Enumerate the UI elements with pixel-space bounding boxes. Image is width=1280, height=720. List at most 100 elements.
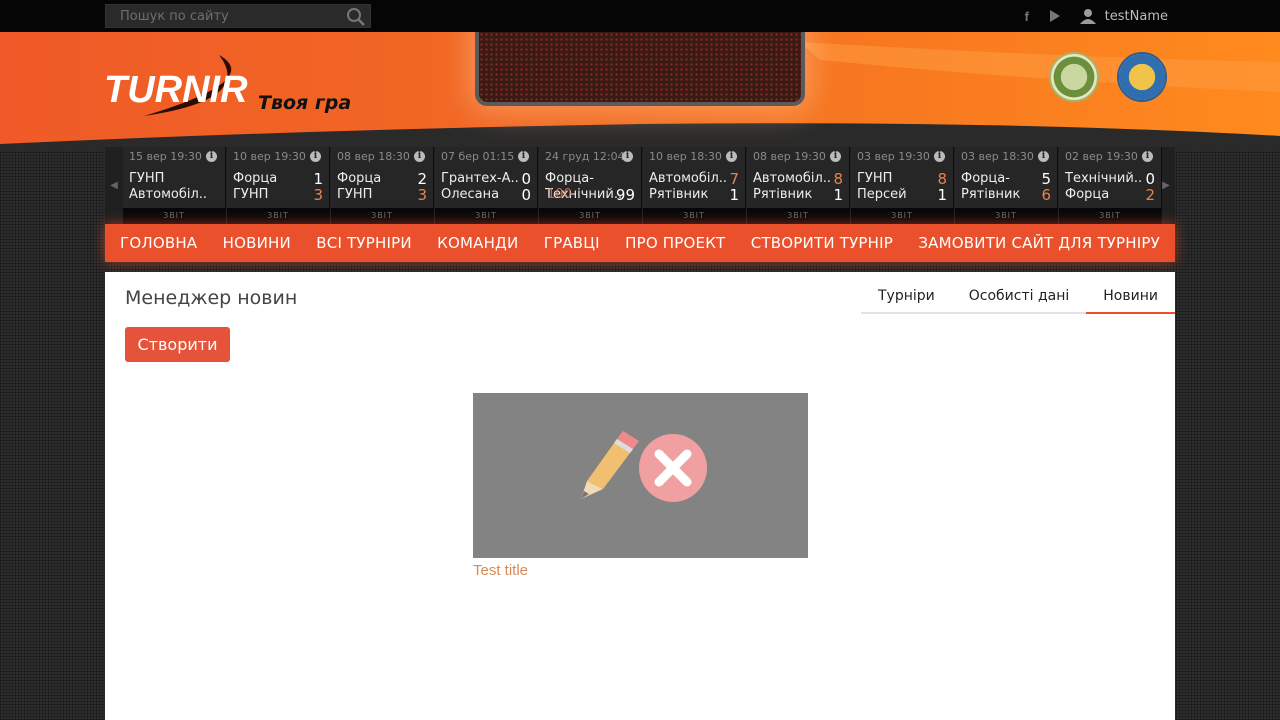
- match-row-home: Форца 2: [337, 170, 427, 188]
- match-date: 07 бер 01:15: [441, 150, 515, 163]
- match-row-away: Олесана 0: [441, 186, 531, 204]
- match-row-home: Форца 1: [233, 170, 323, 188]
- tab-item[interactable]: Особисті дані: [952, 284, 1087, 314]
- match-card[interactable]: 10 вер 18:30 i Автомобіл.. 7 Рятівник 1 ЗВІТ: [643, 147, 746, 224]
- match-card[interactable]: 15 вер 19:30 i ГУНП Автомобіл.. ЗВІТ: [123, 147, 226, 224]
- team-name: Форца-: [961, 171, 1010, 186]
- match-card[interactable]: 03 вер 18:30 i Форца- 5 Рятівник 6 ЗВІТ: [955, 147, 1058, 224]
- match-row-home: Грантех-А.. 0: [441, 170, 531, 188]
- scoreboard-display: [475, 32, 805, 106]
- nav-item[interactable]: СТВОРИТИ ТУРНІР: [751, 234, 893, 252]
- nav-item[interactable]: НОВИНИ: [223, 234, 291, 252]
- nav-item[interactable]: ГРАВЦІ: [544, 234, 600, 252]
- team-score: 1: [937, 186, 947, 204]
- team-name: Технічний..: [1065, 171, 1143, 186]
- tab-item[interactable]: Турніри: [861, 284, 952, 314]
- info-icon[interactable]: i: [518, 151, 529, 162]
- team-name: Олесана: [441, 187, 500, 202]
- news-image-placeholder: [473, 393, 808, 558]
- info-icon[interactable]: i: [310, 151, 321, 162]
- news-card: Test title: [473, 393, 808, 579]
- team-name: ГУНП: [337, 187, 373, 202]
- ticker-prev-arrow-icon[interactable]: ◀: [105, 147, 123, 224]
- match-row-home: Технічний.. 0: [1065, 170, 1155, 188]
- match-row-home: ГУНП 8: [857, 170, 947, 188]
- nav-item[interactable]: ВСІ ТУРНІРИ: [316, 234, 411, 252]
- team-name: Персей: [857, 187, 907, 202]
- team-score: 0: [521, 186, 531, 204]
- edit-pencil-icon[interactable]: [581, 431, 639, 499]
- info-icon[interactable]: i: [414, 151, 425, 162]
- match-report-link[interactable]: ЗВІТ: [331, 208, 433, 224]
- team-name: Автомобіл..: [129, 187, 208, 202]
- match-report-link[interactable]: ЗВІТ: [435, 208, 537, 224]
- match-card[interactable]: 24 груд 12:04 i Форца- Технічний.. 99 100 ЗВІТ: [539, 147, 642, 224]
- facebook-icon[interactable]: f: [1020, 9, 1034, 24]
- match-card[interactable]: 07 бер 01:15 i Грантех-А.. 0 Олесана 0 ЗВІТ: [435, 147, 538, 224]
- nav-item[interactable]: ГОЛОВНА: [120, 234, 197, 252]
- match-report-link[interactable]: ЗВІТ: [851, 208, 953, 224]
- info-icon[interactable]: i: [622, 151, 633, 162]
- city-emblem-icon[interactable]: [1049, 52, 1099, 102]
- info-icon[interactable]: i: [1142, 151, 1153, 162]
- team-name: Форца: [337, 171, 382, 186]
- site-header: TURNIR Твоя гра: [0, 32, 1280, 150]
- match-row-away: Форца 2: [1065, 186, 1155, 204]
- search-input[interactable]: [106, 5, 336, 28]
- team-name: Грантех-А..: [441, 171, 519, 186]
- match-row-away: ГУНП 3: [337, 186, 427, 204]
- username: testName: [1104, 8, 1168, 24]
- match-card[interactable]: 10 вер 19:30 i Форца 1 ГУНП 3 ЗВІТ: [227, 147, 330, 224]
- team-name: Рятівник: [649, 187, 709, 202]
- top-bar: f testName: [0, 0, 1280, 32]
- tab-item[interactable]: Новини: [1086, 284, 1175, 314]
- federation-emblem-icon[interactable]: [1117, 52, 1167, 102]
- match-report-link[interactable]: ЗВІТ: [539, 208, 641, 224]
- match-date: 10 вер 19:30: [233, 150, 306, 163]
- match-report-link[interactable]: ЗВІТ: [955, 208, 1057, 224]
- team-name: Форца: [233, 171, 278, 186]
- match-date: 08 вер 18:30: [337, 150, 410, 163]
- match-date: 15 вер 19:30: [129, 150, 202, 163]
- nav-item[interactable]: ПРО ПРОЕКТ: [625, 234, 725, 252]
- team-score: 99: [615, 186, 635, 204]
- match-row-away: Рятівник 6: [961, 186, 1051, 204]
- info-icon[interactable]: i: [1038, 151, 1049, 162]
- match-report-link[interactable]: ЗВІТ: [747, 208, 849, 224]
- search-box: [105, 4, 371, 28]
- info-icon[interactable]: i: [830, 151, 841, 162]
- match-row-home: Автомобіл.. 8: [753, 170, 843, 188]
- profile-tabs: Турніри Особисті дані Новини: [861, 284, 1175, 314]
- match-row-home: Автомобіл.. 7: [649, 170, 739, 188]
- match-report-link[interactable]: ЗВІТ: [123, 208, 225, 224]
- team-name: Рятівник: [961, 187, 1021, 202]
- info-icon[interactable]: i: [934, 151, 945, 162]
- match-card[interactable]: 02 вер 19:30 i Технічний.. 0 Форца 2 ЗВІТ: [1059, 147, 1162, 224]
- match-card[interactable]: 08 вер 19:30 i Автомобіл.. 8 Рятівник 1 ЗВІТ: [747, 147, 850, 224]
- match-report-link[interactable]: ЗВІТ: [1059, 208, 1161, 224]
- create-news-button[interactable]: Створити: [125, 327, 230, 362]
- match-report-link[interactable]: ЗВІТ: [227, 208, 329, 224]
- user-menu[interactable]: testName: [1079, 8, 1168, 24]
- user-icon: [1079, 9, 1096, 24]
- info-icon[interactable]: i: [726, 151, 737, 162]
- match-row-home: ГУНП: [129, 171, 219, 187]
- search-icon[interactable]: [346, 7, 366, 27]
- team-score: 6: [1041, 186, 1051, 204]
- match-report-link[interactable]: ЗВІТ: [643, 208, 745, 224]
- nav-item[interactable]: ЗАМОВИТИ САЙТ ДЛЯ ТУРНІРУ: [918, 234, 1160, 252]
- team-name: Автомобіл..: [753, 171, 832, 186]
- main-nav: ГОЛОВНА НОВИНИ ВСІ ТУРНІРИ КОМАНДИ ГРАВЦІ ПРО…: [105, 224, 1175, 262]
- team-score: 2: [1145, 186, 1155, 204]
- news-title-link[interactable]: Test title: [473, 562, 808, 579]
- match-card[interactable]: 08 вер 18:30 i Форца 2 ГУНП 3 ЗВІТ: [331, 147, 434, 224]
- team-score: 1: [729, 186, 739, 204]
- match-card[interactable]: 03 вер 19:30 i ГУНП 8 Персей 1 ЗВІТ: [851, 147, 954, 224]
- delete-icon[interactable]: [639, 434, 707, 502]
- info-icon[interactable]: i: [206, 151, 217, 162]
- match-date: 02 вер 19:30: [1065, 150, 1138, 163]
- match-row-home: Форца-: [545, 171, 635, 187]
- nav-item[interactable]: КОМАНДИ: [437, 234, 518, 252]
- ticker-next-arrow-icon[interactable]: ▶: [1157, 147, 1175, 224]
- youtube-icon[interactable]: [1048, 9, 1062, 23]
